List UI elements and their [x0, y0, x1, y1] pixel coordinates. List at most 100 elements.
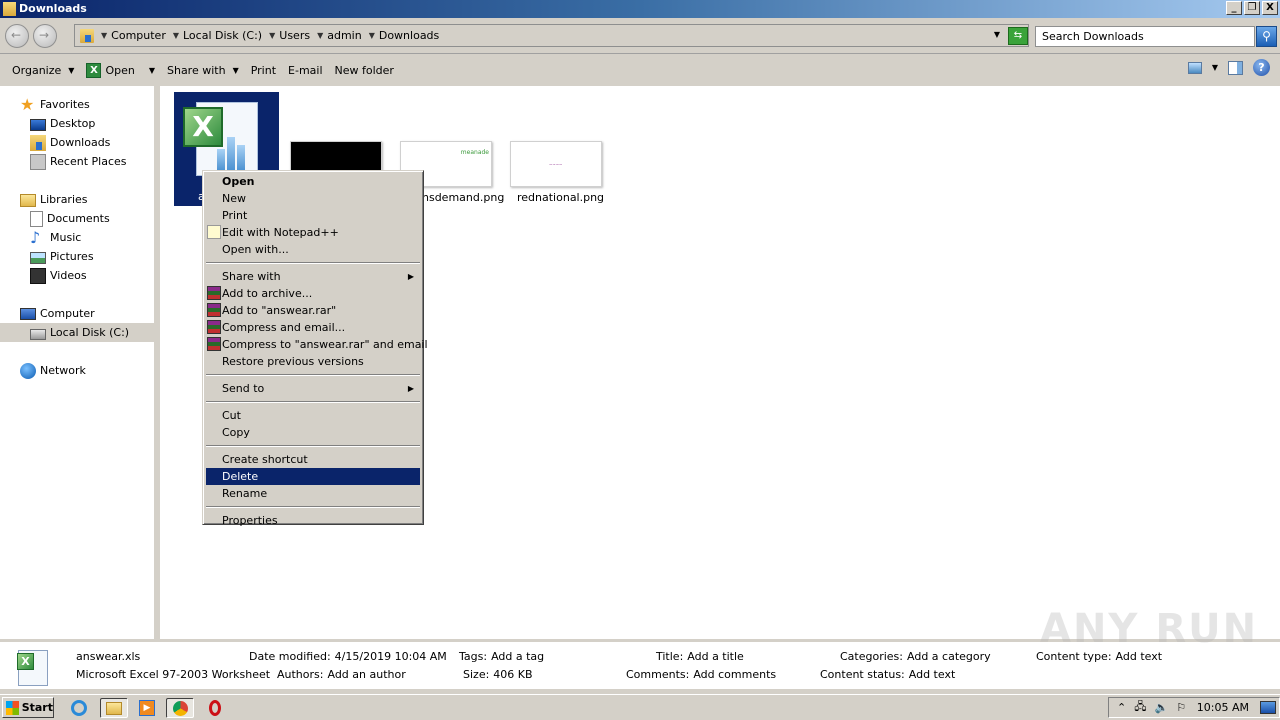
breadcrumb-users[interactable]: Users [279, 29, 310, 42]
nav-recent-places[interactable]: Recent Places [30, 152, 127, 171]
minimize-button[interactable]: _ [1226, 1, 1242, 15]
nav-pictures[interactable]: Pictures [30, 247, 94, 266]
field-value[interactable]: Add text [909, 668, 956, 681]
organize-button[interactable]: Organize ▼ [6, 59, 80, 83]
chevron-down-icon[interactable]: ▼ [317, 31, 323, 40]
menu-item-share-with[interactable]: Share with ▶ [206, 268, 420, 285]
network-status-icon[interactable]: 🖧 [1134, 698, 1146, 717]
breadcrumb-admin[interactable]: admin [327, 29, 361, 42]
nav-documents[interactable]: Documents [30, 209, 110, 228]
field-value[interactable]: Add a category [907, 650, 991, 663]
details-tags[interactable]: Tags: Add a tag [459, 650, 544, 663]
field-label: Content type: [1036, 650, 1112, 663]
breadcrumb-computer[interactable]: Computer [111, 29, 166, 42]
folder-download-icon [3, 2, 16, 16]
field-value[interactable]: Add text [1116, 650, 1163, 663]
folder-icon [80, 28, 94, 43]
back-button[interactable]: ← [5, 24, 29, 48]
field-value[interactable]: Add a tag [491, 650, 544, 663]
menu-item-new[interactable]: New [206, 190, 420, 207]
menu-item-print[interactable]: Print [206, 207, 420, 224]
chevron-down-icon[interactable]: ▼ [149, 66, 155, 75]
menu-item-send-to[interactable]: Send to ▶ [206, 380, 420, 397]
chevron-down-icon[interactable]: ▼ [1212, 63, 1218, 72]
file-label[interactable]: rednational.png [517, 191, 604, 204]
field-value[interactable]: Add an author [327, 668, 405, 681]
explorer-taskbar-button[interactable] [100, 698, 128, 718]
details-authors[interactable]: Authors: Add an author [277, 668, 406, 681]
field-value[interactable]: Add comments [693, 668, 776, 681]
help-icon[interactable]: ? [1253, 59, 1270, 76]
print-button[interactable]: Print [245, 59, 282, 83]
close-button[interactable]: X [1262, 1, 1278, 15]
open-button[interactable]: X Open ▼ [80, 59, 161, 83]
chevron-down-icon[interactable]: ▼ [101, 31, 107, 40]
restore-button[interactable]: ❐ [1244, 1, 1260, 15]
start-label: Start [21, 701, 53, 714]
winrar-icon [207, 337, 221, 351]
show-hidden-icons-icon[interactable]: ⌃ [1117, 701, 1126, 714]
details-content-type[interactable]: Content type: Add text [1036, 650, 1162, 663]
media-player-icon[interactable]: ▶ [136, 698, 158, 718]
nav-favorites[interactable]: ★ Favorites [20, 95, 90, 114]
menu-item-add-to-archive[interactable]: Add to archive... [206, 285, 420, 302]
chrome-icon[interactable] [166, 698, 194, 718]
menu-item-restore-versions[interactable]: Restore previous versions [206, 353, 420, 370]
nav-music[interactable]: ♪ Music [30, 228, 81, 247]
address-bar[interactable]: ▼ Computer ▼ Local Disk (C:) ▼ Users ▼ admin… [74, 24, 1029, 47]
details-content-status[interactable]: Content status: Add text [820, 668, 955, 681]
field-value[interactable]: Add a title [687, 650, 744, 663]
new-folder-button[interactable]: New folder [329, 59, 400, 83]
nav-downloads[interactable]: Downloads [30, 133, 110, 152]
details-comments[interactable]: Comments: Add comments [626, 668, 776, 681]
details-categories[interactable]: Categories: Add a category [840, 650, 991, 663]
show-desktop-button[interactable] [1260, 701, 1276, 714]
search-icon[interactable]: ⚲ [1256, 26, 1277, 47]
field-value: 4/15/2019 10:04 AM [334, 650, 447, 663]
breadcrumb-downloads[interactable]: Downloads [379, 29, 439, 42]
nav-label: Pictures [50, 250, 94, 263]
chevron-down-icon[interactable]: ▼ [369, 31, 375, 40]
file-item-rednational-png[interactable]: ~~~~ [510, 141, 602, 187]
menu-item-open[interactable]: Open [206, 173, 420, 190]
chevron-down-icon[interactable]: ▼ [269, 31, 275, 40]
file-label[interactable]: nsdemand.png [422, 191, 504, 204]
menu-item-cut[interactable]: Cut [206, 407, 420, 424]
nav-network[interactable]: Network [20, 361, 86, 380]
forward-button[interactable]: → [33, 24, 57, 48]
thumb-text: meanade [460, 149, 489, 156]
nav-libraries[interactable]: Libraries [20, 190, 88, 209]
share-with-button[interactable]: Share with ▼ [161, 59, 245, 83]
breadcrumb-local-disk[interactable]: Local Disk (C:) [183, 29, 262, 42]
nav-desktop[interactable]: Desktop [30, 114, 95, 133]
volume-icon[interactable]: 🔈 [1154, 701, 1168, 714]
menu-item-add-to-rar[interactable]: Add to "answear.rar" [206, 302, 420, 319]
chevron-down-icon[interactable]: ▼ [173, 31, 179, 40]
nav-computer[interactable]: Computer [20, 304, 95, 323]
menu-item-open-with[interactable]: Open with... [206, 241, 420, 258]
search-input[interactable]: Search Downloads [1035, 26, 1255, 47]
clock[interactable]: 10:05 AM [1197, 701, 1249, 714]
email-button[interactable]: E-mail [282, 59, 329, 83]
menu-item-create-shortcut[interactable]: Create shortcut [206, 451, 420, 468]
start-button[interactable]: Start [2, 697, 54, 718]
details-title[interactable]: Title: Add a title [656, 650, 744, 663]
nav-label: Desktop [50, 117, 96, 130]
action-center-flag-icon[interactable]: ⚐ [1176, 701, 1186, 714]
menu-item-compress-email[interactable]: Compress and email... [206, 319, 420, 336]
opera-icon[interactable] [204, 698, 226, 718]
internet-explorer-icon[interactable] [68, 698, 90, 718]
refresh-button[interactable]: ⇆ [1008, 27, 1028, 45]
menu-item-edit-notepadpp[interactable]: Edit with Notepad++ [206, 224, 420, 241]
change-view-icon[interactable] [1187, 61, 1202, 74]
chevron-down-icon: ▼ [232, 66, 239, 75]
address-history-dropdown[interactable]: ▼ [994, 30, 1000, 39]
preview-pane-icon[interactable] [1228, 60, 1243, 75]
nav-videos[interactable]: Videos [30, 266, 87, 285]
menu-item-properties[interactable]: Properties [206, 512, 420, 529]
menu-item-rename[interactable]: Rename [206, 485, 420, 502]
menu-item-copy[interactable]: Copy [206, 424, 420, 441]
nav-local-disk[interactable]: Local Disk (C:) [0, 323, 157, 342]
menu-item-compress-rar-email[interactable]: Compress to "answear.rar" and email [206, 336, 428, 353]
menu-item-delete[interactable]: Delete [206, 468, 420, 485]
